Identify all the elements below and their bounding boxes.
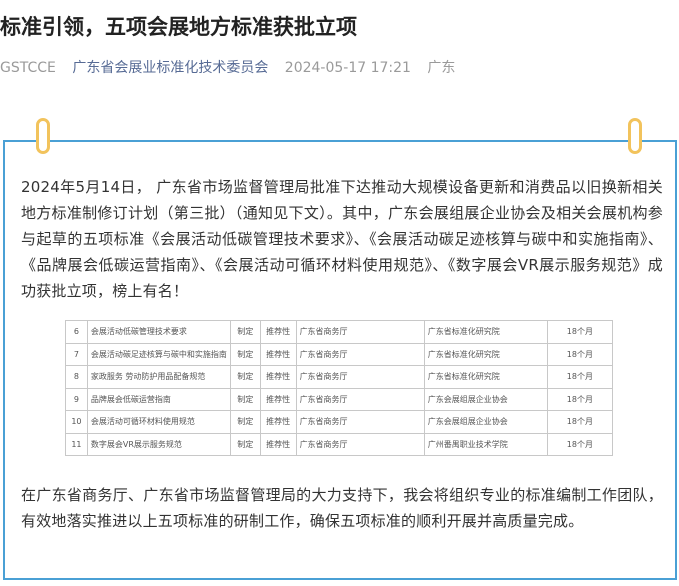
table-cell-completion-cycle: 18个月: [546, 410, 614, 434]
table-cell-standard-name: 会展活动可循环材料使用规范: [86, 410, 231, 434]
table-cell-drafting-unit: 广东会展组展企业协会: [423, 387, 548, 411]
table-cell-competent-department: 广东省商务厅: [295, 432, 425, 456]
table-cell-plan-type: 制定: [229, 432, 261, 456]
table-cell-row-number: 9: [65, 387, 88, 411]
article-meta: GSTCCE 广东省会展业标准化技术委员会 2024-05-17 17:21 广…: [0, 58, 467, 78]
table-cell-standard-name: 品牌展会低碳运营指南: [86, 387, 231, 411]
table-cell-completion-cycle: 18个月: [546, 387, 614, 411]
table-row: 9 品牌展会低碳运营指南 制定 推荐性 广东省商务厅 广东会展组展企业协会 18个月: [65, 387, 614, 411]
table-cell-standard-nature: 推荐性: [259, 342, 297, 366]
table-cell-drafting-unit: 广东省标准化研究院: [423, 320, 548, 344]
table-cell-competent-department: 广东省商务厅: [295, 387, 425, 411]
table-cell-competent-department: 广东省商务厅: [295, 410, 425, 434]
table-cell-standard-name: 会展活动碳足迹核算与碳中和实施指南: [86, 342, 231, 366]
table-cell-drafting-unit: 广东会展组展企业协会: [423, 410, 548, 434]
table-cell-standard-nature: 推荐性: [259, 410, 297, 434]
table-cell-completion-cycle: 18个月: [546, 320, 614, 344]
table-cell-competent-department: 广东省商务厅: [295, 320, 425, 344]
table-cell-row-number: 10: [65, 410, 88, 434]
table-cell-standard-nature: 推荐性: [259, 365, 297, 389]
table-cell-plan-type: 制定: [229, 342, 261, 366]
table-cell-standard-name: 会展活动低碳管理技术要求: [86, 320, 231, 344]
table-cell-row-number: 6: [65, 320, 88, 344]
table-row: 11 数字展会VR展示服务规范 制定 推荐性 广东省商务厅 广州番禺职业技术学院 18个月: [65, 432, 614, 456]
table-cell-row-number: 11: [65, 432, 88, 456]
table-cell-completion-cycle: 18个月: [546, 432, 614, 456]
table-cell-plan-type: 制定: [229, 320, 261, 344]
article-content-box: 2024年5月14日， 广东省市场监督管理局批准下达推动大规模设备更新和消费品以…: [3, 140, 677, 580]
standards-table-image: 6 会展活动低碳管理技术要求 制定 推荐性 广东省商务厅 广东省标准化研究院 18个月 7 会展…: [65, 320, 614, 456]
table-cell-standard-nature: 推荐性: [259, 432, 297, 456]
table-row: 10 会展活动可循环材料使用规范 制定 推荐性 广东省商务厅 广东会展组展企业协会 18个月: [65, 410, 614, 434]
right-binder-clip-icon: [628, 118, 642, 154]
meta-account-link[interactable]: 广东省会展业标准化技术委员会: [72, 58, 268, 78]
table-cell-plan-type: 制定: [229, 410, 261, 434]
table-cell-completion-cycle: 18个月: [546, 342, 614, 366]
meta-source: GSTCCE: [0, 60, 56, 76]
table-cell-competent-department: 广东省商务厅: [295, 365, 425, 389]
article-title: 标准引领，五项会展地方标准获批立项: [0, 15, 357, 39]
standards-table-body: 6 会展活动低碳管理技术要求 制定 推荐性 广东省商务厅 广东省标准化研究院 18个月 7 会展…: [65, 320, 614, 456]
table-cell-drafting-unit: 广东省标准化研究院: [423, 342, 548, 366]
table-cell-row-number: 7: [65, 342, 88, 366]
meta-location: 广东: [427, 60, 456, 76]
table-cell-drafting-unit: 广州番禺职业技术学院: [423, 432, 548, 456]
content-paragraph-1: 2024年5月14日， 广东省市场监督管理局批准下达推动大规模设备更新和消费品以…: [21, 178, 663, 300]
table-cell-row-number: 8: [65, 365, 88, 389]
table-cell-competent-department: 广东省商务厅: [295, 342, 425, 366]
table-cell-standard-nature: 推荐性: [259, 320, 297, 344]
table-cell-standard-name: 家政服务 劳动防护用品配备规范: [86, 365, 231, 389]
meta-datetime: 2024-05-17 17:21: [284, 60, 411, 76]
table-cell-drafting-unit: 广东省标准化研究院: [423, 365, 548, 389]
table-cell-standard-nature: 推荐性: [259, 387, 297, 411]
content-paragraph-2: 在广东省商务厅、广东省市场监督管理局的大力支持下，我会将组织专业的标准编制工作团…: [21, 486, 663, 530]
table-cell-completion-cycle: 18个月: [546, 365, 614, 389]
table-cell-plan-type: 制定: [229, 387, 261, 411]
table-row: 6 会展活动低碳管理技术要求 制定 推荐性 广东省商务厅 广东省标准化研究院 18个月: [65, 320, 614, 344]
table-cell-plan-type: 制定: [229, 365, 261, 389]
table-row: 7 会展活动碳足迹核算与碳中和实施指南 制定 推荐性 广东省商务厅 广东省标准化研究院 18…: [65, 342, 614, 366]
table-cell-standard-name: 数字展会VR展示服务规范: [86, 432, 231, 456]
left-binder-clip-icon: [36, 118, 50, 154]
table-row: 8 家政服务 劳动防护用品配备规范 制定 推荐性 广东省商务厅 广东省标准化研究院 18个月: [65, 365, 614, 389]
